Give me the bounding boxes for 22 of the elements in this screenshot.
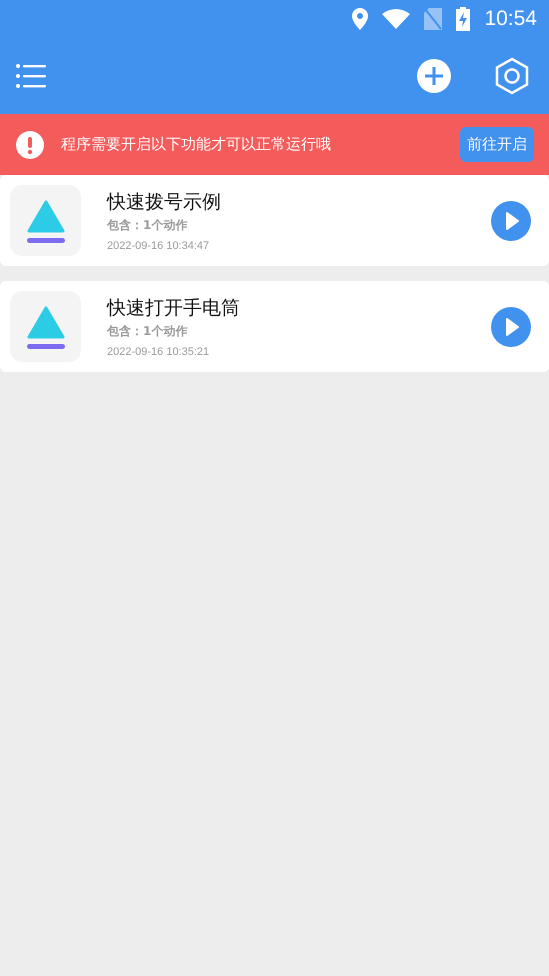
- task-title: 快速拨号示例: [107, 190, 222, 215]
- settings-icon[interactable]: [495, 57, 529, 95]
- no-sim-icon: [424, 8, 442, 30]
- app-logo-icon: [10, 185, 81, 256]
- battery-charging-icon: [456, 7, 470, 31]
- app-logo-icon: [10, 291, 81, 362]
- wifi-icon: [382, 9, 410, 29]
- task-summary: 包含：1个动作: [107, 323, 188, 340]
- task-date: 2022-09-16 10:35:21: [107, 346, 210, 358]
- status-time: 10:54: [484, 7, 537, 31]
- task-summary: 包含：1个动作: [107, 217, 188, 234]
- notice-text: 程序需要开启以下功能才可以正常运行哦: [61, 135, 332, 154]
- play-icon[interactable]: [491, 306, 531, 346]
- add-icon[interactable]: [417, 59, 451, 93]
- task-card[interactable]: 快速拨号示例 包含：1个动作 2022-09-16 10:34:47: [0, 175, 549, 266]
- task-card[interactable]: 快速打开手电筒 包含：1个动作 2022-09-16 10:35:21: [0, 281, 549, 372]
- play-icon[interactable]: [491, 200, 531, 240]
- location-icon: [352, 8, 368, 30]
- task-date: 2022-09-16 10:34:47: [107, 240, 210, 252]
- task-title: 快速打开手电筒: [107, 296, 241, 321]
- alert-icon: [16, 130, 44, 158]
- menu-icon[interactable]: [16, 63, 46, 89]
